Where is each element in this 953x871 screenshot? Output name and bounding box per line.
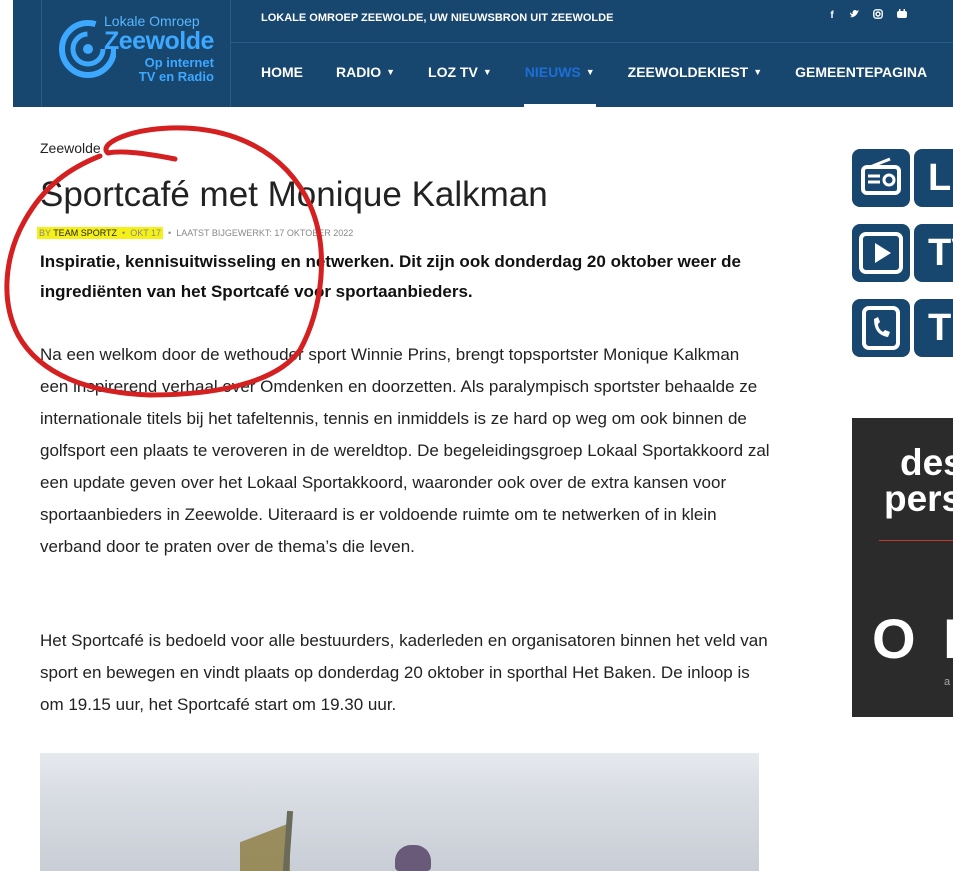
photo-flag-pole [282, 810, 294, 871]
nav-gemeentepagina[interactable]: GEMEENTEPAGINA [795, 64, 927, 80]
sidebar-button-radio-label: Lu [914, 149, 953, 207]
sidebar-advertisement[interactable]: des pers O B a [852, 418, 953, 717]
chevron-down-icon: ▼ [585, 67, 595, 77]
chevron-down-icon: ▼ [753, 67, 763, 77]
site-tagline: LOKALE OMROEP ZEEWOLDE, UW NIEUWSBRON UI… [261, 12, 614, 24]
header-divider [230, 42, 953, 43]
ad-divider [879, 540, 953, 541]
nav-nieuws[interactable]: NIEUWS ▼ [523, 64, 596, 107]
active-nav-indicator [523, 104, 596, 107]
logo-text: Lokale Omroep Zeewolde Op internet TV en… [104, 14, 214, 83]
ad-small-text: a [944, 676, 951, 688]
nav-home-label: HOME [261, 64, 303, 80]
nav-home[interactable]: HOME [261, 64, 303, 80]
logo-line-2: Zeewolde [104, 27, 214, 55]
nav-loz-tv-label: LOZ TV [428, 64, 478, 80]
photo-person [395, 845, 431, 871]
article-lead: Inspiratie, kennisuitwisseling en netwer… [40, 252, 741, 301]
chevron-down-icon: ▼ [482, 67, 492, 77]
ad-line-2: pers [884, 478, 953, 519]
twitter-icon[interactable] [847, 9, 861, 23]
article-meta: BY TEAM SPORTZ • OKT 17 • LAATST BIJGEWE… [37, 227, 354, 239]
breadcrumb[interactable]: Zeewolde [40, 140, 101, 156]
site-logo[interactable]: Lokale Omroep Zeewolde Op internet TV en… [41, 0, 231, 107]
publish-date: OKT 17 [130, 228, 162, 238]
article-photo [40, 753, 759, 871]
nav-radio-label: RADIO [336, 64, 382, 80]
sidebar-button-tv-label: TV [914, 224, 953, 282]
page-title: Sportcafé met Monique Kalkman [40, 175, 548, 214]
sidebar-button-radio[interactable]: Lu [852, 149, 953, 207]
youtube-icon[interactable] [895, 9, 909, 23]
radio-icon [852, 149, 910, 207]
byline-prefix: BY [39, 228, 51, 238]
article-paragraph: Na een welkom door de wethouder sport Wi… [40, 345, 770, 556]
nav-loz-tv[interactable]: LOZ TV ▼ [428, 64, 492, 80]
site-header: Lokale Omroep Zeewolde Op internet TV en… [13, 0, 953, 107]
nav-gemeentepagina-label: GEMEENTEPAGINA [795, 64, 928, 80]
nav-nieuws-label: NIEUWS [524, 64, 581, 80]
facebook-icon[interactable]: f [825, 9, 839, 23]
sidebar-button-tv[interactable]: TV [852, 224, 953, 282]
logo-line-1: Lokale Omroep [104, 13, 200, 29]
nav-zeewoldekiest[interactable]: ZEEWOLDEKIEST ▼ [628, 64, 762, 80]
play-icon [852, 224, 910, 282]
highlighted-byline: BY TEAM SPORTZ • OKT 17 [37, 227, 164, 239]
sidebar-button-tip[interactable]: Ti [852, 299, 953, 357]
logo-line-3: Op internet [144, 55, 214, 70]
instagram-icon[interactable] [871, 9, 885, 23]
nav-radio[interactable]: RADIO ▼ [336, 64, 395, 80]
last-updated: LAATST BIJGEWERKT: 17 OKTOBER 2022 [176, 228, 354, 238]
main-nav: HOME RADIO ▼ LOZ TV ▼ NIEUWS ▼ ZEEWOLDEKIES… [261, 64, 953, 107]
author-link[interactable]: TEAM SPORTZ [53, 228, 117, 238]
nav-zeewoldekiest-label: ZEEWOLDEKIEST [627, 64, 749, 80]
logo-line-4: TV en Radio [138, 69, 214, 84]
chevron-down-icon: ▼ [386, 67, 396, 77]
sidebar-button-tip-label: Ti [914, 299, 953, 357]
ad-big-text: O B [872, 607, 953, 670]
phone-icon [852, 299, 910, 357]
article-paragraph: Het Sportcafé is bedoeld voor alle bestu… [40, 631, 768, 714]
